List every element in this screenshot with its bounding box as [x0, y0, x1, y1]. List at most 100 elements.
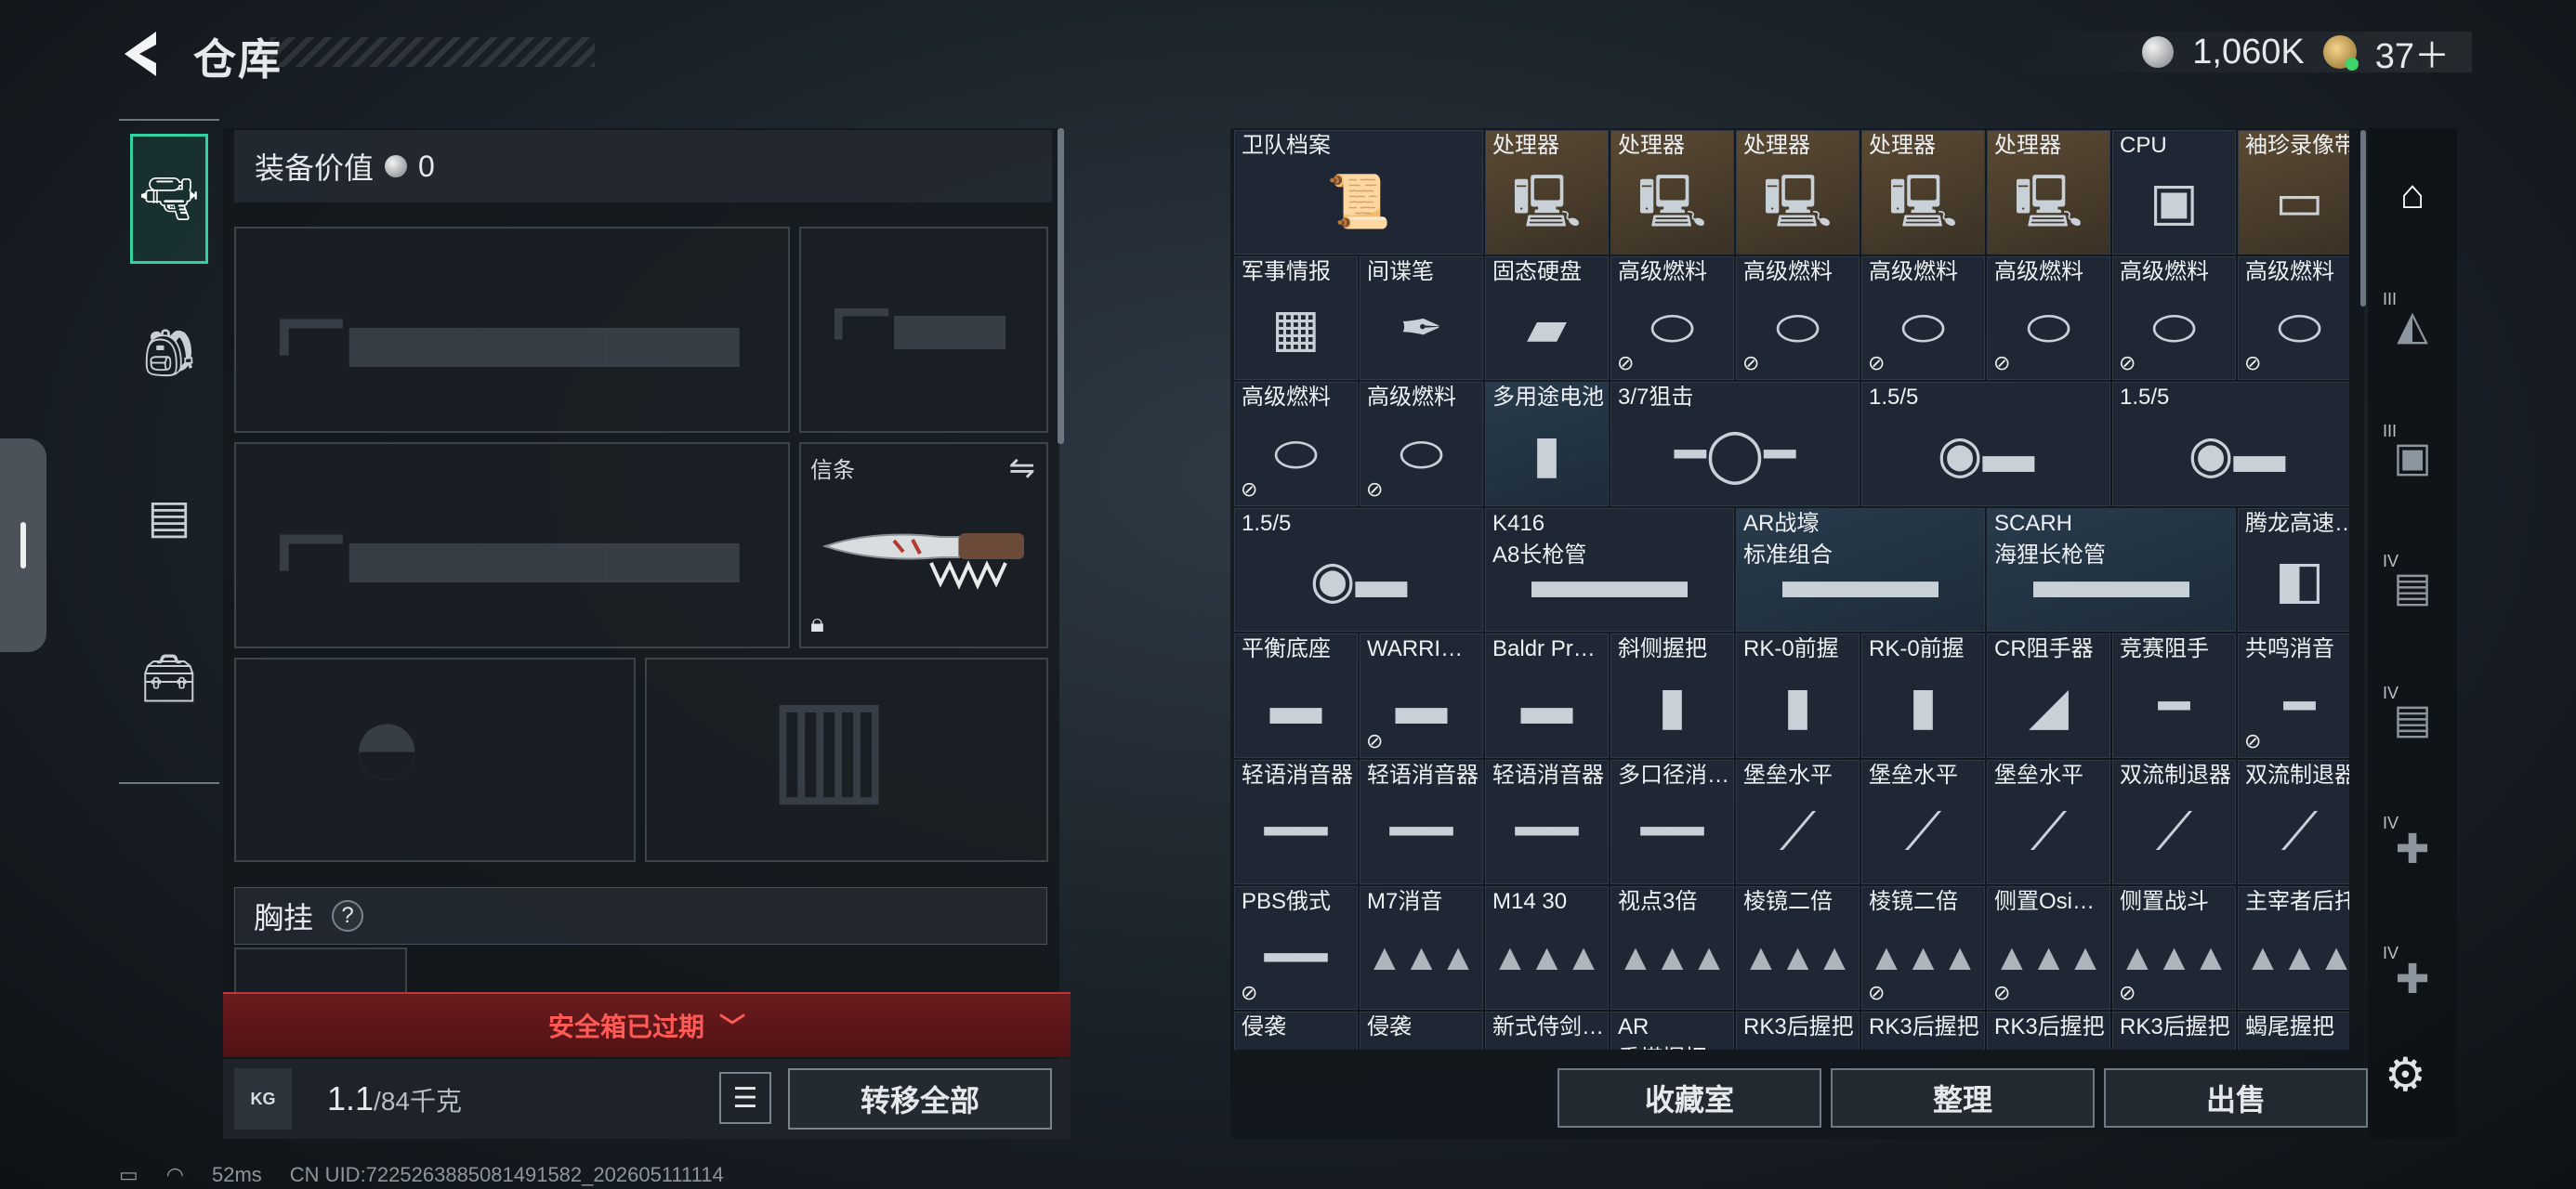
- stash-item[interactable]: 多用途电池 ▮: [1485, 382, 1609, 506]
- chest-rig-slot[interactable]: [234, 947, 407, 994]
- stash-item[interactable]: RK3后握把▲: [1736, 1012, 1860, 1050]
- tier3-filter-icon[interactable]: III ◭: [2379, 290, 2446, 359]
- stash-item[interactable]: 3/7狙击 ━◯━: [1610, 382, 1860, 506]
- transfer-all-button[interactable]: 转移全部: [788, 1068, 1052, 1130]
- pistol-slot[interactable]: ⌐▬: [799, 227, 1048, 433]
- stash-item[interactable]: 1.5/5 ◉▬: [1234, 507, 1483, 633]
- equipment-value-bar: 装备价值 0: [234, 130, 1052, 203]
- safe-box-expired-banner[interactable]: 安全箱已过期 ﹀: [223, 992, 1071, 1057]
- stash-item[interactable]: RK-0前握 ▮: [1736, 634, 1860, 758]
- stash-item[interactable]: PBS俄式 ━━ ⊘: [1234, 885, 1358, 1011]
- stash-item[interactable]: 新式侍剑…▲: [1485, 1012, 1609, 1050]
- stash-item[interactable]: 堡垒水平 ⟋: [1736, 759, 1860, 884]
- stash-item[interactable]: M7消音 ▲▲▲: [1360, 885, 1483, 1011]
- stash-item[interactable]: 高级燃料 ⬭ ⊘: [1861, 255, 1985, 381]
- stash-item[interactable]: 高级燃料 ⬭ ⊘: [1360, 382, 1483, 506]
- stash-item[interactable]: 1.5/5 ◉▬: [1861, 382, 2110, 506]
- stash-item[interactable]: 共鸣消音 ━ ⊘: [2238, 634, 2349, 758]
- stash-item[interactable]: 堡垒水平 ⟋: [1987, 759, 2110, 884]
- stash-item[interactable]: 棱镜二倍 ▲▲▲ ⊘: [1861, 885, 1985, 1011]
- primary-weapon-slot[interactable]: ⌐▬▬▬: [234, 227, 790, 433]
- stash-item[interactable]: 斜侧握把 ▮: [1610, 634, 1734, 758]
- sort-button[interactable]: 整理: [1831, 1068, 2095, 1128]
- stash-item[interactable]: 平衡底座 ▬: [1234, 634, 1358, 758]
- stash-item[interactable]: RK3后握把▲: [1861, 1012, 1985, 1050]
- stash-item[interactable]: 处理器 🖳: [1485, 130, 1609, 255]
- stash-item[interactable]: 处理器 🖳: [1736, 130, 1860, 255]
- stash-item[interactable]: 轻语消音器 ━━: [1485, 759, 1609, 884]
- tier4-filter-icon[interactable]: IV ▤: [2379, 552, 2446, 621]
- stash-item[interactable]: 高级燃料 ⬭ ⊘: [1987, 255, 2110, 381]
- home-filter-icon[interactable]: ⌂: [2379, 162, 2446, 229]
- collection-room-button[interactable]: 收藏室: [1557, 1068, 1821, 1128]
- swap-icon[interactable]: ⇋: [1009, 450, 1036, 487]
- stash-item[interactable]: RK-0前握 ▮: [1861, 634, 1985, 758]
- stash-item[interactable]: K416 A8长枪管 ▬▬▬: [1485, 507, 1734, 633]
- stash-item[interactable]: 棱镜二倍 ▲▲▲: [1736, 885, 1860, 1011]
- back-button[interactable]: [119, 28, 164, 80]
- stash-item[interactable]: 双流制退器 ⟋: [2112, 759, 2236, 884]
- stash-item[interactable]: 轻语消音器 ━━: [1234, 759, 1358, 884]
- stash-item[interactable]: 侧置战斗 ▲▲▲ ⊘: [2112, 885, 2236, 1011]
- stash-item[interactable]: WARRIO… ▬ ⊘: [1360, 634, 1483, 758]
- stash-item[interactable]: 侵袭▲: [1360, 1012, 1483, 1050]
- stash-item[interactable]: 多口径消… ━━: [1610, 759, 1734, 884]
- stash-item[interactable]: 间谍笔 ✒: [1360, 255, 1483, 381]
- stash-item[interactable]: 高级燃料 ⬭ ⊘: [1610, 255, 1734, 381]
- stash-item[interactable]: RK3后握把▲: [2112, 1012, 2236, 1050]
- stash-item[interactable]: 堡垒水平 ⟋: [1861, 759, 1985, 884]
- stash-item[interactable]: 蝎尾握把▲: [2238, 1012, 2349, 1050]
- stash-item[interactable]: 高级燃料 ⬭ ⊘: [2238, 255, 2349, 381]
- item-thumbnail-icon: ⬭: [1900, 297, 1946, 357]
- stash-item[interactable]: RK3后握把▲: [1987, 1012, 2110, 1050]
- stash-item[interactable]: AR重塔握把: [1610, 1012, 1734, 1050]
- stash-item[interactable]: 卫队档案 📜: [1234, 130, 1483, 255]
- side-drawer-handle[interactable]: [0, 438, 46, 652]
- loadout-scrollbar[interactable]: [1058, 128, 1064, 444]
- tier4-add-icon[interactable]: IV ✚: [2379, 814, 2446, 882]
- stash-item[interactable]: AR战壕 标准组合 ▬▬▬: [1736, 507, 1985, 633]
- rail-item-weapons[interactable]: 🔫︎: [130, 134, 208, 264]
- stash-item[interactable]: 1.5/5 ◉▬: [2112, 382, 2349, 506]
- stash-item[interactable]: CPU ▣: [2112, 130, 2236, 255]
- tier4b-filter-icon[interactable]: IV ▤: [2379, 684, 2446, 752]
- rail-item-backpack[interactable]: 🎒︎: [130, 288, 208, 418]
- stash-item[interactable]: CR阻手器 ◢: [1987, 634, 2110, 758]
- stash-scrollbar[interactable]: [2360, 130, 2366, 307]
- tier4-add2-icon[interactable]: IV ✚: [2379, 944, 2446, 1013]
- stash-item[interactable]: 军事情报 ▦: [1234, 255, 1358, 381]
- stash-item[interactable]: 腾龙高速… ◧: [2238, 507, 2349, 633]
- stash-item[interactable]: 侧置Osig… ▲▲▲ ⊘: [1987, 885, 2110, 1011]
- settings-gear-icon[interactable]: ⚙: [2385, 1048, 2426, 1102]
- stash-item[interactable]: 袖珍录像带 ▭: [2238, 130, 2349, 255]
- stash-item[interactable]: Baldr Pr… ▬: [1485, 634, 1609, 758]
- stash-item[interactable]: M14 30 ▲▲▲: [1485, 885, 1609, 1011]
- tier3b-filter-icon[interactable]: III ▣: [2379, 422, 2446, 490]
- stash-item[interactable]: 视点3倍 ▲▲▲: [1610, 885, 1734, 1011]
- rank-value[interactable]: 37＋: [2375, 27, 2450, 78]
- list-view-button[interactable]: ☰: [719, 1072, 771, 1124]
- stash-item[interactable]: 竞赛阻手 ━: [2112, 634, 2236, 758]
- stash-item[interactable]: 高级燃料 ⬭ ⊘: [1234, 382, 1358, 506]
- rail-item-toolbox[interactable]: 🧰︎: [130, 613, 208, 743]
- unidentified-item-icon: ▲▲▲: [1993, 936, 2104, 978]
- secondary-weapon-slot[interactable]: ⌐▬▬▬: [234, 442, 790, 648]
- stash-item[interactable]: 双流制退器 ⟋: [2238, 759, 2349, 884]
- rail-item-vest[interactable]: ▤: [130, 451, 208, 581]
- stash-item[interactable]: 侵袭▲: [1234, 1012, 1358, 1050]
- armor-slot[interactable]: ▥: [645, 658, 1048, 862]
- stash-item[interactable]: 处理器 🖳: [1987, 130, 2110, 255]
- helmet-slot[interactable]: ◓: [234, 658, 636, 862]
- stash-item[interactable]: 处理器 🖳: [1861, 130, 1985, 255]
- stash-item[interactable]: SCARH 海狸长枪管 ▬▬▬: [1987, 507, 2236, 633]
- stash-item[interactable]: 高级燃料 ⬭ ⊘: [1736, 255, 1860, 381]
- stash-item[interactable]: 高级燃料 ⬭ ⊘: [2112, 255, 2236, 381]
- chest-rig-label: 胸挂: [254, 901, 314, 934]
- stash-item[interactable]: 处理器 🖳: [1610, 130, 1734, 255]
- stash-item[interactable]: 轻语消音器 ━━: [1360, 759, 1483, 884]
- stash-item[interactable]: 固态硬盘 ▰: [1485, 255, 1609, 381]
- sell-button[interactable]: 出售: [2104, 1068, 2368, 1128]
- melee-slot[interactable]: 信条 ⇋ 🔒︎: [799, 442, 1048, 648]
- stash-item[interactable]: 主宰者后托 ▲▲▲: [2238, 885, 2349, 1011]
- help-icon[interactable]: ?: [332, 900, 364, 932]
